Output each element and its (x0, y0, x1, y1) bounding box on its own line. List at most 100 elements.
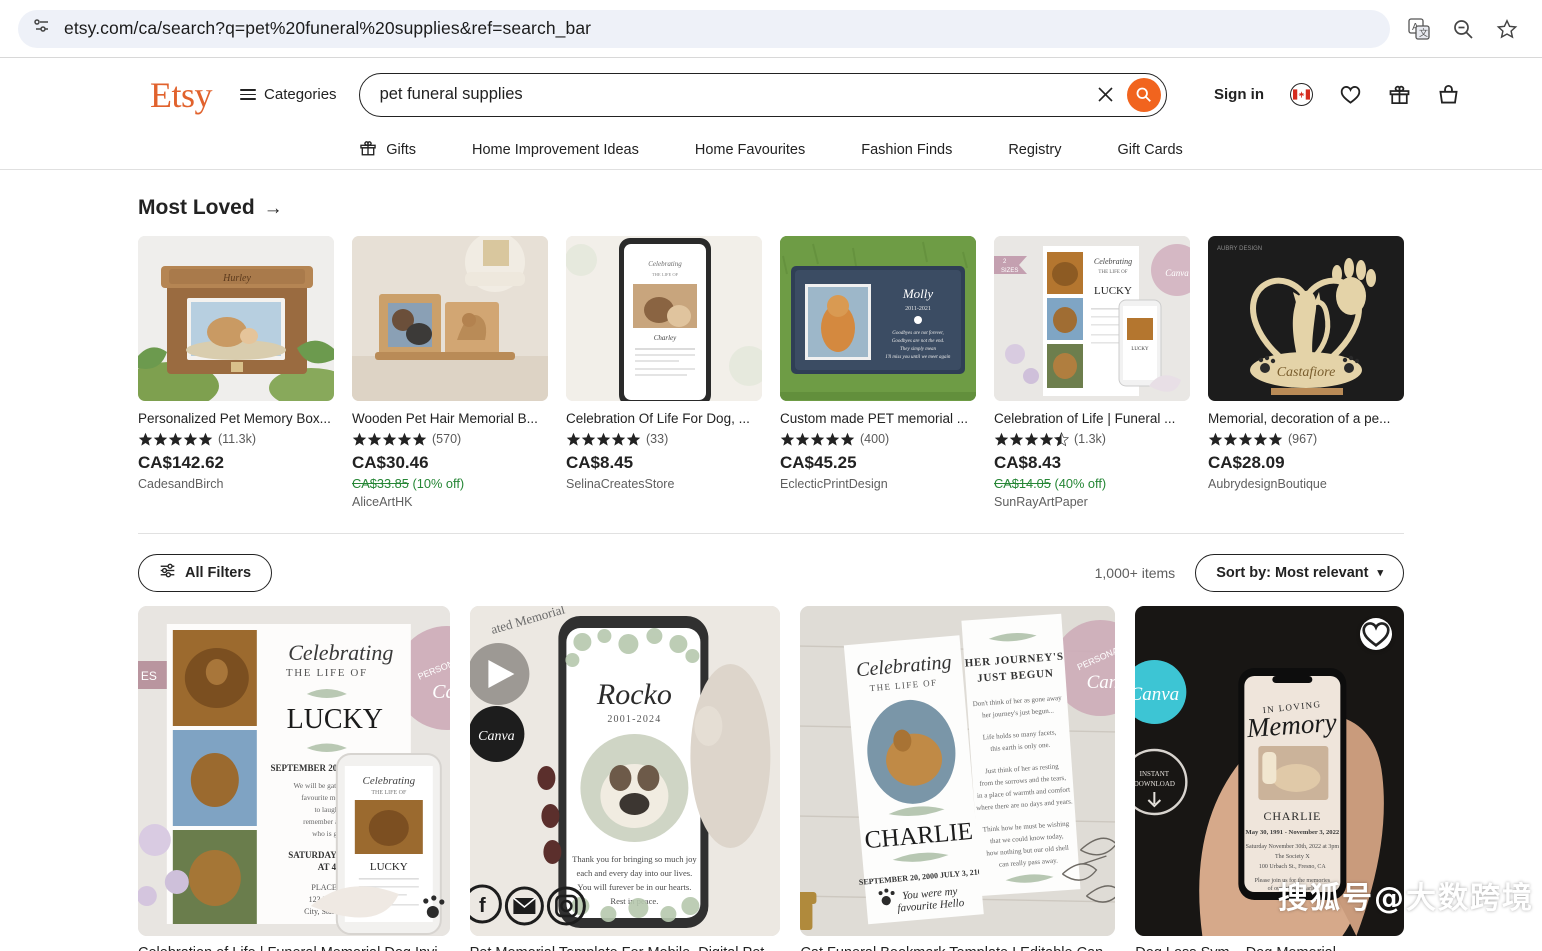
search-submit-button[interactable] (1126, 77, 1161, 112)
product-thumbnail[interactable]: ated Memorial Canva Rocko 2001-2024 Than… (469, 605, 781, 936)
svg-text:ES: ES (141, 669, 157, 683)
sort-by-dropdown[interactable]: Sort by: Most relevant ▾ (1195, 553, 1404, 592)
svg-text:Celebrating: Celebrating (648, 260, 682, 268)
most-loved-card[interactable]: AUBRY DESIGN Castafiore Memorial, decora… (1208, 236, 1404, 509)
site-header: Etsy Categories Sign in (0, 58, 1542, 131)
svg-text:The Society X: The Society X (1275, 854, 1310, 860)
gift-icon (359, 139, 377, 161)
result-card[interactable]: ated Memorial Canva Rocko 2001-2024 Than… (469, 605, 781, 951)
browser-action-icons: A 文 (1408, 17, 1524, 40)
stars-icon (780, 432, 855, 447)
svg-text:Charley: Charley (654, 334, 677, 342)
product-title[interactable]: Celebration of Life | Funeral ... (994, 410, 1190, 428)
zoom-out-icon[interactable] (1452, 18, 1474, 40)
product-title[interactable]: Pet Memorial Template For Mobile, Digita… (470, 945, 781, 951)
nav-item-fashion-finds[interactable]: Fashion Finds (833, 142, 980, 158)
svg-text:Rocko: Rocko (596, 678, 672, 711)
result-card[interactable]: Canva INSTANT DOWNLOAD IN LOVING Memory (1135, 605, 1404, 951)
etsy-logo[interactable]: Etsy (150, 77, 213, 113)
svg-text:Canva: Canva (478, 729, 515, 744)
heart-icon[interactable] (1339, 83, 1362, 106)
shop-name[interactable]: SunRayArtPaper (994, 495, 1190, 509)
nav-item-registry[interactable]: Registry (980, 142, 1089, 158)
product-thumbnail[interactable]: Canva INSTANT DOWNLOAD IN LOVING Memory (1135, 605, 1404, 936)
shop-name[interactable]: AliceArtHK (352, 495, 548, 509)
product-title[interactable]: Dog Loss Sym... Dog Memorial... (1135, 945, 1404, 951)
nav-item-gift-cards[interactable]: Gift Cards (1090, 142, 1211, 158)
cart-icon[interactable] (1437, 83, 1460, 106)
result-card[interactable]: PERSONALI Can Celebrating THE LIFE OF CH… (800, 605, 1116, 951)
arrow-right-icon: → (263, 197, 283, 219)
shop-name[interactable]: EclecticPrintDesign (780, 477, 976, 491)
result-card[interactable]: ES PERSONALISE Can Celebrating THE LIFE … (138, 605, 450, 951)
nav-item-gifts[interactable]: Gifts (331, 139, 444, 161)
product-thumbnail[interactable]: 2 SIZES Canva Celebrating THE LIFE OF LU… (994, 236, 1190, 401)
review-count: (11.3k) (218, 432, 256, 447)
all-filters-label: All Filters (185, 564, 252, 581)
svg-text:They simply mean: They simply mean (900, 347, 937, 352)
svg-text:SIZES: SIZES (1001, 268, 1018, 274)
svg-text:LUCKY: LUCKY (287, 704, 383, 735)
most-loved-heading[interactable]: Most Loved → (120, 196, 1422, 220)
product-title[interactable]: Personalized Pet Memory Box... (138, 410, 334, 428)
gift-icon[interactable] (1388, 83, 1411, 106)
address-bar[interactable]: etsy.com/ca/search?q=pet%20funeral%20sup… (18, 9, 1390, 48)
search-input[interactable] (379, 85, 1091, 104)
review-count: (570) (432, 432, 462, 447)
product-title[interactable]: Cat Funeral Bookmark Template I Editable… (800, 945, 1115, 951)
nav-label: Fashion Finds (861, 142, 953, 158)
nav-item-home-favourites[interactable]: Home Favourites (667, 142, 833, 158)
product-price: CA$142.62 (138, 452, 225, 472)
svg-text:Can: Can (432, 681, 449, 703)
stars-icon (994, 431, 1069, 447)
product-thumbnail[interactable]: PERSONALI Can Celebrating THE LIFE OF CH… (800, 605, 1116, 936)
most-loved-card[interactable]: Molly 2011-2021 Goodbyes are not forever… (780, 236, 976, 509)
translate-icon[interactable]: A 文 (1408, 17, 1430, 40)
svg-text:May 30, 1991 - November 3, 202: May 30, 1991 - November 3, 2022 (1246, 829, 1340, 836)
shop-name[interactable]: SelinaCreatesStore (566, 477, 762, 491)
product-price: CA$8.45 (566, 452, 634, 472)
product-title[interactable]: Celebration of Life | Funeral Memorial D… (138, 945, 450, 951)
most-loved-card[interactable]: Wooden Pet Hair Memorial B... (570) CA$3… (352, 236, 548, 509)
nav-item-home-improvement-ideas[interactable]: Home Improvement Ideas (444, 142, 667, 158)
canada-flag-icon[interactable] (1290, 83, 1313, 106)
categories-button[interactable]: Categories (240, 86, 337, 104)
shop-name[interactable]: CadesandBirch (138, 477, 334, 491)
product-title[interactable]: Memorial, decoration of a pe... (1208, 410, 1404, 428)
svg-text:INSTANT: INSTANT (1140, 770, 1170, 778)
product-thumbnail[interactable]: Celebrating THE LIFE OF Charley (566, 236, 762, 401)
svg-text:THE LIFE OF: THE LIFE OF (1098, 270, 1127, 275)
most-loved-card[interactable]: 2 SIZES Canva Celebrating THE LIFE OF LU… (994, 236, 1190, 509)
product-title[interactable]: Custom made PET memorial ... (780, 410, 976, 428)
product-price: CA$30.46 (352, 452, 429, 472)
svg-text:LUCKY: LUCKY (1131, 347, 1149, 352)
page-info-icon[interactable] (32, 16, 52, 41)
svg-text:文: 文 (1419, 27, 1428, 38)
svg-text:Castafiore: Castafiore (1277, 365, 1336, 380)
product-price: CA$28.09 (1208, 452, 1285, 472)
product-thumbnail[interactable]: AUBRY DESIGN Castafiore (1208, 236, 1404, 401)
product-thumbnail[interactable] (352, 236, 548, 401)
product-price: CA$8.43 (994, 452, 1062, 472)
sign-in-link[interactable]: Sign in (1214, 86, 1264, 103)
favourite-button[interactable] (1360, 617, 1392, 650)
product-title[interactable]: Wooden Pet Hair Memorial B... (352, 410, 548, 428)
product-thumbnail[interactable]: Hurley (138, 236, 334, 401)
close-icon[interactable] (1091, 80, 1121, 110)
all-filters-button[interactable]: All Filters (138, 553, 273, 592)
stars-icon (352, 432, 427, 447)
svg-text:Can: Can (1087, 672, 1115, 693)
product-thumbnail[interactable]: ES PERSONALISE Can Celebrating THE LIFE … (138, 605, 450, 936)
review-count: (1.3k) (1074, 432, 1106, 447)
most-loved-card[interactable]: Hurley Personalized Pet Memory Box... (1… (138, 236, 334, 509)
product-thumbnail[interactable]: Molly 2011-2021 Goodbyes are not forever… (780, 236, 976, 401)
svg-text:Canva: Canva (1165, 268, 1189, 278)
chevron-down-icon: ▾ (1377, 567, 1383, 580)
svg-text:Goodbyes are not forever,: Goodbyes are not forever, (892, 331, 944, 336)
product-rating: (400) (780, 432, 976, 447)
search-bar[interactable] (358, 72, 1167, 117)
shop-name[interactable]: AubrydesignBoutique (1208, 477, 1404, 491)
product-title[interactable]: Celebration Of Life For Dog, ... (566, 410, 762, 428)
most-loved-card[interactable]: Celebrating THE LIFE OF Charley Celebrat… (566, 236, 762, 509)
bookmark-star-icon[interactable] (1496, 18, 1518, 40)
